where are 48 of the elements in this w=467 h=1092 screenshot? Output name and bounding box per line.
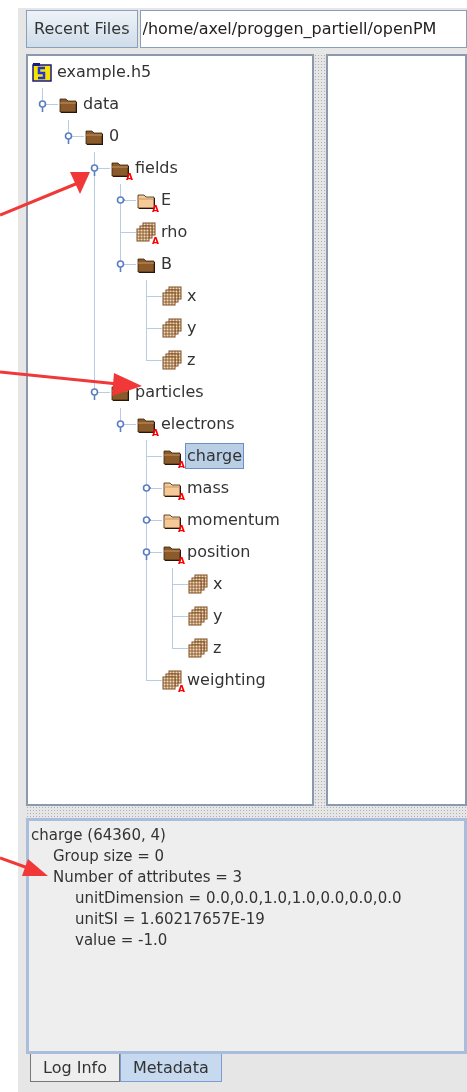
grid-icon [188, 574, 208, 594]
tab[interactable]: Log Info [30, 1054, 120, 1082]
tree-item-label[interactable]: rho [159, 219, 190, 245]
annotation-arrow [0, 856, 48, 876]
tree-item-label[interactable]: charge [185, 443, 245, 469]
attribute-label: A [178, 493, 185, 502]
attribute-label: A [152, 205, 159, 214]
recent-files-button[interactable]: Recent Files [26, 10, 138, 48]
attribute-label: A [178, 525, 185, 534]
splitter-handle[interactable] [26, 806, 467, 818]
attribute-label: A [178, 557, 185, 566]
tree-item-label[interactable]: fields [133, 155, 180, 181]
tree-item-label[interactable]: 0 [107, 123, 122, 149]
metadata-line: charge (64360, 4) [31, 825, 167, 846]
tree-item-label[interactable]: x [185, 283, 199, 309]
tree-item-label[interactable]: x [211, 571, 225, 597]
grid-icon [162, 318, 182, 338]
attribute-label: A [178, 461, 185, 470]
metadata-line: Group size = 0 [52, 846, 166, 867]
grid-icon [162, 286, 182, 306]
tree-item-label[interactable]: B [159, 251, 174, 277]
metadata-line: unitDimension = 0.0,0.0,1.0,1.0,0.0,0.0,0.0 [74, 888, 403, 909]
metadata-line: Number of attributes = 3 [52, 867, 244, 888]
tree-item-label[interactable]: z [185, 347, 198, 373]
file-path-field[interactable]: /home/axel/proggen_partiell/openPM [139, 10, 467, 48]
attribute-label: A [178, 685, 185, 694]
tree-item-label[interactable]: y [211, 603, 225, 629]
grid-icon [162, 350, 182, 370]
tree-item-label[interactable]: position [185, 539, 253, 565]
attribute-label: A [126, 173, 133, 182]
attribute-label: A [152, 237, 159, 246]
tab[interactable]: Metadata [119, 1054, 222, 1082]
tree-item-label[interactable]: weighting [185, 667, 268, 693]
metadata-line: value = -1.0 [74, 930, 169, 951]
tree-item-label[interactable]: z [211, 635, 224, 661]
tree-item-label[interactable]: momentum [185, 507, 282, 533]
tree-item-label[interactable]: mass [185, 475, 232, 501]
tree-item-label[interactable]: E [159, 187, 174, 213]
attribute-label: A [152, 429, 159, 438]
tree-item-label[interactable]: example.h5 [55, 59, 154, 85]
tree-item-label[interactable]: electrons [159, 411, 237, 437]
grid-icon [188, 638, 208, 658]
tree-item-label[interactable]: y [185, 315, 199, 341]
tree-item-label[interactable]: particles [133, 379, 206, 405]
grid-icon [188, 606, 208, 626]
hdf-file-icon [32, 62, 52, 82]
tree-item-label[interactable]: data [81, 91, 122, 117]
metadata-line: unitSI = 1.60217657E-19 [74, 909, 266, 930]
